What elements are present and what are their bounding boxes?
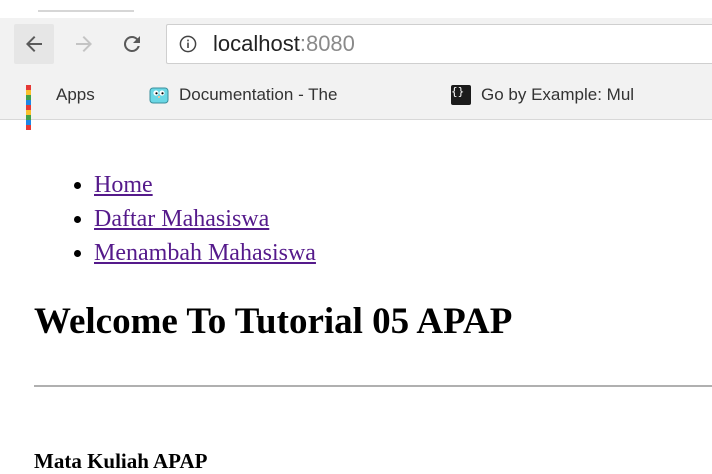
browser-toolbar: localhost:8080 xyxy=(0,18,712,72)
url-host: localhost xyxy=(213,31,300,56)
nav-link-daftar-mahasiswa[interactable]: Daftar Mahasiswa xyxy=(94,206,269,232)
reload-icon xyxy=(123,35,140,52)
tab-strip xyxy=(0,0,712,18)
bookmark-documentation[interactable]: Documentation - The xyxy=(149,80,337,110)
bookmark-label: Go by Example: Mul xyxy=(481,85,635,104)
arrow-right-icon xyxy=(76,36,92,52)
braces-icon: {} xyxy=(451,85,471,105)
apps-grid-icon xyxy=(26,85,46,130)
divider xyxy=(34,385,712,387)
bookmarks-bar: Apps Documentation - The {} Go by Exampl… xyxy=(0,72,712,130)
nav-item: Daftar Mahasiswa xyxy=(94,202,316,236)
address-bar[interactable]: localhost:8080 xyxy=(166,24,712,64)
bookmark-label: Apps xyxy=(56,85,95,104)
nav-link-home[interactable]: Home xyxy=(94,172,153,198)
info-icon[interactable] xyxy=(179,35,197,53)
page-title: Welcome To Tutorial 05 APAP xyxy=(34,301,513,342)
bookmark-label: Documentation - The xyxy=(179,85,338,104)
back-button[interactable] xyxy=(14,24,54,64)
section-heading: Mata Kuliah APAP xyxy=(34,449,208,473)
page-content: Home Daftar Mahasiswa Menambah Mahasiswa… xyxy=(0,120,712,473)
nav-list: Home Daftar Mahasiswa Menambah Mahasiswa xyxy=(64,168,316,270)
nav-item: Home xyxy=(94,168,316,202)
nav-item: Menambah Mahasiswa xyxy=(94,236,316,270)
bookmark-apps[interactable]: Apps xyxy=(26,80,95,130)
bookmark-go-by-example[interactable]: {} Go by Example: Mul xyxy=(451,80,634,110)
arrow-left-icon xyxy=(26,36,42,52)
url-text: localhost:8080 xyxy=(213,31,355,57)
nav-link-menambah-mahasiswa[interactable]: Menambah Mahasiswa xyxy=(94,240,316,266)
url-port: :8080 xyxy=(299,31,355,56)
reload-button[interactable] xyxy=(112,24,152,64)
tab[interactable] xyxy=(38,0,134,12)
gopher-icon xyxy=(149,87,169,104)
forward-button[interactable] xyxy=(64,24,104,64)
